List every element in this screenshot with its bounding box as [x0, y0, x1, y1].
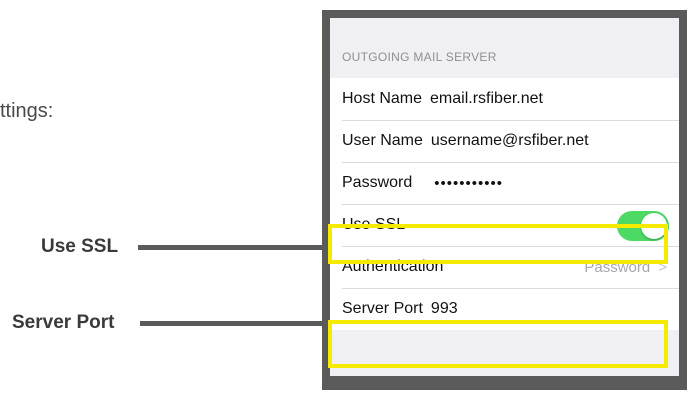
server-port-field[interactable]: 993	[431, 300, 458, 318]
chevron-right-icon: >	[658, 258, 667, 276]
server-port-label: Server Port	[342, 300, 423, 317]
authentication-value-wrap: Password >	[584, 246, 667, 288]
callout-server-port: Server Port	[12, 312, 115, 333]
authentication-label: Authentication	[342, 258, 444, 275]
callout-use-ssl-line	[138, 245, 330, 250]
password-row[interactable]: Password •••••••••••	[330, 162, 679, 204]
user-name-row[interactable]: User Name username@rsfiber.net	[330, 120, 679, 162]
password-field[interactable]: •••••••••••	[434, 175, 503, 192]
server-port-row[interactable]: Server Port 993	[330, 288, 679, 330]
use-ssl-label: Use SSL	[342, 216, 406, 233]
toggle-knob	[641, 213, 667, 239]
callout-use-ssl: Use SSL	[41, 236, 119, 257]
host-name-row[interactable]: Host Name email.rsfiber.net	[330, 78, 679, 120]
callout-server-port-line	[140, 321, 330, 326]
intro-text: ttings:	[0, 100, 54, 122]
user-name-label: User Name	[342, 132, 423, 149]
host-name-field[interactable]: email.rsfiber.net	[430, 90, 543, 108]
settings-list: Host Name email.rsfiber.net User Name us…	[330, 78, 679, 330]
use-ssl-toggle[interactable]	[617, 211, 669, 241]
section-header: OUTGOING MAIL SERVER	[342, 50, 497, 64]
user-name-field[interactable]: username@rsfiber.net	[431, 132, 589, 150]
mail-settings-screen: OUTGOING MAIL SERVER Host Name email.rsf…	[330, 18, 679, 376]
authentication-value: Password	[584, 258, 651, 276]
use-ssl-row: Use SSL	[330, 204, 679, 246]
host-name-label: Host Name	[342, 90, 423, 107]
authentication-row[interactable]: Authentication Password >	[330, 246, 679, 288]
password-label: Password	[342, 174, 413, 191]
